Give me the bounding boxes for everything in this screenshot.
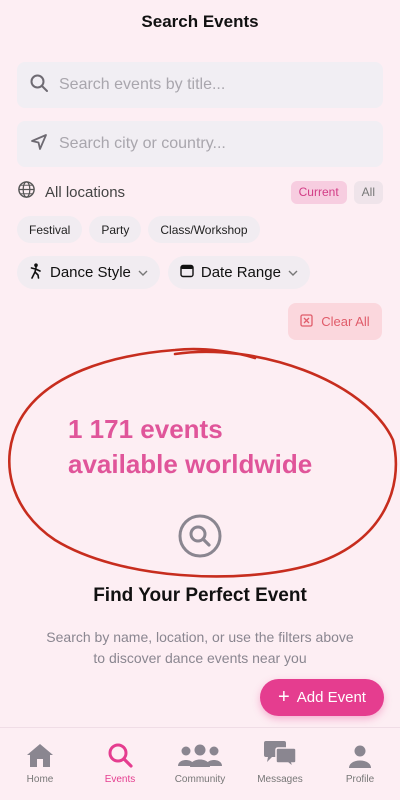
search-icon: [107, 738, 133, 768]
chip-party[interactable]: Party: [89, 216, 142, 243]
empty-state-description: Search by name, location, or use the fil…: [46, 629, 354, 666]
tab-messages[interactable]: Messages: [240, 728, 320, 800]
plus-icon: +: [278, 685, 290, 708]
tab-profile[interactable]: Profile: [320, 728, 400, 800]
home-icon: [25, 738, 55, 768]
tab-profile-label: Profile: [345, 774, 375, 785]
date-range-label: Date Range: [200, 264, 281, 281]
scope-current-button[interactable]: Current: [290, 180, 347, 204]
tab-home[interactable]: Home: [0, 728, 80, 800]
category-chips: Festival Party Class/Workshop: [17, 216, 260, 243]
chevron-down-icon: [138, 264, 148, 281]
tab-messages-label: Messages: [257, 774, 303, 785]
close-box-icon: [300, 313, 313, 330]
globe-icon: [17, 180, 36, 204]
location-arrow-icon: [29, 132, 49, 157]
search-icon: [29, 73, 49, 98]
page-title: Search Events: [141, 12, 259, 31]
tab-community-label: Community: [174, 774, 226, 785]
title-search-field[interactable]: [17, 62, 383, 108]
annotation-text: 1 171 events available worldwide: [68, 412, 358, 482]
city-search-input[interactable]: [59, 135, 359, 153]
locations-row: All locations Current All: [17, 180, 383, 204]
city-search-field[interactable]: [17, 121, 383, 167]
scope-all-button[interactable]: All: [353, 180, 383, 204]
annotation-line-1: 1 171 events: [68, 414, 223, 444]
chip-festival[interactable]: Festival: [17, 216, 83, 243]
tab-events[interactable]: Events: [80, 728, 160, 800]
tab-community[interactable]: Community: [160, 728, 240, 800]
add-event-label: Add Event: [296, 689, 366, 706]
clear-all-label: Clear All: [321, 314, 370, 329]
tab-events-label: Events: [104, 774, 136, 785]
empty-state-title: Find Your Perfect Event: [93, 585, 307, 606]
search-icon: [177, 513, 223, 564]
tab-home-label: Home: [26, 774, 54, 785]
clear-all-button[interactable]: Clear All: [288, 303, 382, 340]
chip-class-workshop[interactable]: Class/Workshop: [148, 216, 260, 243]
dance-style-dropdown[interactable]: Dance Style: [17, 256, 160, 289]
dancer-icon: [29, 262, 43, 283]
location-scope-toggle: Current All: [290, 180, 383, 204]
tab-bar: Home Events Community Messages Profile: [0, 727, 400, 800]
title-search-input[interactable]: [59, 76, 359, 94]
filter-row: Dance Style Date Range: [17, 256, 310, 289]
dance-style-label: Dance Style: [50, 264, 131, 281]
add-event-button[interactable]: + Add Event: [260, 679, 384, 716]
locations-label: All locations: [45, 183, 126, 201]
chevron-down-icon: [288, 264, 298, 281]
annotation-line-2: available worldwide: [68, 449, 313, 479]
community-icon: [177, 738, 223, 768]
profile-icon: [348, 738, 372, 768]
messages-icon: [262, 738, 298, 768]
calendar-icon: [180, 264, 194, 282]
date-range-dropdown[interactable]: Date Range: [167, 256, 310, 289]
